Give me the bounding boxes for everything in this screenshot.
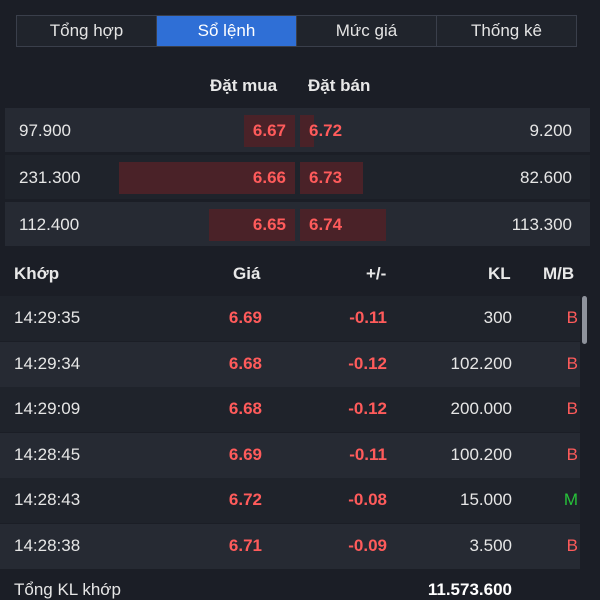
bid-price[interactable]: 6.65 xyxy=(253,215,286,235)
trade-time: 14:28:38 xyxy=(14,535,81,555)
tab-bar: Tổng hợp Sổ lệnh Mức giá Thống kê xyxy=(16,15,577,47)
side-header: M/B xyxy=(543,264,575,283)
trade-side: B xyxy=(566,399,578,418)
trade-change: -0.08 xyxy=(348,490,387,509)
ask-price[interactable]: 6.73 xyxy=(309,168,342,188)
trade-time: 14:29:35 xyxy=(14,308,81,327)
trade-side: M xyxy=(563,490,578,509)
footer: Tổng KL khớp 11.573.600 xyxy=(0,572,600,600)
trade-side: B xyxy=(566,308,578,327)
trade-volume: 3.500 xyxy=(469,535,512,555)
trade-row[interactable]: 14:29:35 6.69 -0.11 300 B xyxy=(0,296,580,341)
trade-row[interactable]: 14:28:38 6.71 -0.09 3.500 B xyxy=(0,523,580,569)
trade-price: 6.69 xyxy=(228,308,262,327)
trades-header: Khớp Giá +/- KL M/B xyxy=(0,258,600,288)
trade-time: 14:28:43 xyxy=(14,490,81,509)
trade-price: 6.71 xyxy=(228,535,262,555)
change-header: +/- xyxy=(366,264,387,283)
ask-price[interactable]: 6.72 xyxy=(309,121,342,141)
trade-side: B xyxy=(566,353,578,373)
trade-time: 14:28:45 xyxy=(14,444,81,464)
trade-volume: 15.000 xyxy=(460,490,512,509)
trade-price: 6.68 xyxy=(228,399,262,418)
tab-thong-ke[interactable]: Thống kê xyxy=(437,16,576,46)
trade-change: -0.11 xyxy=(349,444,387,464)
orderbook-header: Đặt mua Đặt bán xyxy=(0,72,600,100)
trade-row[interactable]: 14:28:43 6.72 -0.08 15.000 M xyxy=(0,478,580,523)
trade-price: 6.72 xyxy=(228,490,262,509)
total-volume-value: 11.573.600 xyxy=(427,580,512,599)
trade-change: -0.12 xyxy=(348,353,387,373)
ask-volume: 9.200 xyxy=(529,121,572,140)
ask-price[interactable]: 6.74 xyxy=(309,215,342,235)
trade-time: 14:29:34 xyxy=(14,353,81,373)
trade-volume: 102.200 xyxy=(450,353,512,373)
trade-volume: 200.000 xyxy=(450,399,512,418)
bid-volume: 112.400 xyxy=(19,215,80,234)
tab-so-lenh[interactable]: Sổ lệnh xyxy=(157,16,297,46)
orderbook-row[interactable]: 112.400 6.65 6.74 113.300 xyxy=(5,202,590,246)
orderbook-row[interactable]: 97.900 6.67 6.72 9.200 xyxy=(5,108,590,152)
trade-change: -0.11 xyxy=(349,308,387,327)
trade-side: B xyxy=(566,535,578,555)
trade-price: 6.68 xyxy=(228,353,262,373)
trade-volume: 100.200 xyxy=(450,444,512,464)
ask-header: Đặt bán xyxy=(308,76,371,95)
trade-row[interactable]: 14:29:09 6.68 -0.12 200.000 B xyxy=(0,387,580,432)
tab-muc-gia[interactable]: Mức giá xyxy=(297,16,437,46)
time-header: Khớp xyxy=(14,264,60,283)
trade-volume: 300 xyxy=(483,308,512,327)
trade-change: -0.12 xyxy=(348,399,387,418)
ask-volume: 113.300 xyxy=(511,215,572,234)
bid-header: Đặt mua xyxy=(210,76,278,95)
trade-row[interactable]: 14:28:45 6.69 -0.11 100.200 B xyxy=(0,432,580,478)
trade-price: 6.69 xyxy=(228,444,262,464)
trade-row[interactable]: 14:29:34 6.68 -0.12 102.200 B xyxy=(0,341,580,387)
trade-side: B xyxy=(566,444,578,464)
bid-price[interactable]: 6.67 xyxy=(253,121,286,141)
price-header: Giá xyxy=(233,264,261,283)
bid-price[interactable]: 6.66 xyxy=(253,168,286,188)
bid-volume: 97.900 xyxy=(19,121,71,140)
trade-change: -0.09 xyxy=(348,535,387,555)
trade-time: 14:29:09 xyxy=(14,399,81,418)
tab-tong-hop[interactable]: Tổng hợp xyxy=(17,16,157,46)
ask-volume: 82.600 xyxy=(520,168,572,187)
orderbook-row[interactable]: 231.300 6.66 6.73 82.600 xyxy=(5,155,590,199)
scrollbar[interactable] xyxy=(582,296,587,344)
bid-volume: 231.300 xyxy=(19,168,81,187)
volume-header: KL xyxy=(488,264,511,283)
total-volume-label: Tổng KL khớp xyxy=(14,580,121,599)
